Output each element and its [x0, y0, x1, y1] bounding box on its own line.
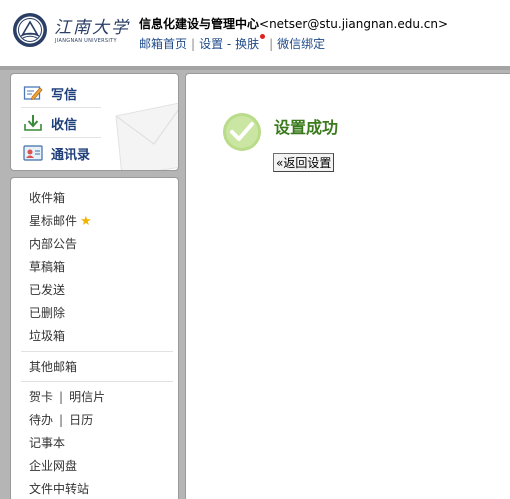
compose-divider [21, 137, 101, 138]
notes-link[interactable]: 记事本 [29, 434, 65, 451]
todo-link[interactable]: 待办 [29, 413, 53, 427]
file-transfer-link[interactable]: 文件中转站 [29, 480, 89, 497]
contacts-button[interactable]: 通讯录 [23, 141, 90, 165]
account-line: 信息化建设与管理中心<netser@stu.jiangnan.edu.cn> [139, 15, 448, 32]
tools-separator: | [59, 413, 64, 427]
folder-announcements[interactable]: 内部公告 [29, 235, 77, 252]
back-to-settings-button[interactable]: «返回设置 [273, 153, 335, 172]
folder-divider [21, 381, 173, 382]
nav-dash: - [226, 37, 232, 51]
netdisk-link[interactable]: 企业网盘 [29, 457, 77, 474]
account-name: 信息化建设与管理中心 [139, 17, 260, 31]
folder-inbox[interactable]: 收件箱 [29, 189, 65, 206]
download-tray-icon [24, 115, 42, 131]
postcard-link[interactable]: 明信片 [69, 390, 105, 404]
star-icon: ★ [80, 214, 92, 229]
write-mail-button[interactable]: 写信 [23, 81, 77, 105]
university-seal-icon [13, 13, 47, 47]
compose-divider [21, 107, 101, 108]
tools-row-todo: 待办 | 日历 [29, 411, 93, 428]
tools-row-cards: 贺卡 | 明信片 [29, 388, 105, 405]
nav-skin-link[interactable]: 换肤 [235, 37, 259, 51]
success-title: 设置成功 [274, 118, 339, 137]
compose-panel: 写信 收信 通讯录 [10, 73, 179, 171]
header: 江南大学 JIANGNAN UNIVERSITY 信息化建设与管理中心<nets… [0, 0, 510, 66]
folder-divider [21, 351, 173, 352]
frame-top-bar [0, 66, 510, 70]
nav-wechat-link[interactable]: 微信绑定 [277, 37, 325, 51]
pencil-note-icon [23, 86, 43, 101]
nav-settings-link[interactable]: 设置 [199, 37, 223, 51]
folder-drafts[interactable]: 草稿箱 [29, 258, 65, 275]
account-email: <netser@stu.jiangnan.edu.cn> [259, 17, 449, 31]
nav-mail-home-link[interactable]: 邮箱首页 [139, 37, 187, 51]
receive-mail-label: 收信 [51, 117, 78, 133]
notification-dot [260, 34, 266, 39]
folder-starred-label: 星标邮件 [29, 214, 78, 228]
folder-deleted[interactable]: 已删除 [29, 304, 65, 321]
checkmark-circle-icon [223, 113, 261, 151]
write-mail-label: 写信 [51, 87, 78, 103]
contact-card-icon [23, 145, 43, 161]
nav-divider: | [191, 37, 196, 51]
logo-cn-name: 江南大学 [54, 18, 130, 38]
tools-separator: | [59, 390, 64, 404]
calendar-link[interactable]: 日历 [69, 413, 93, 427]
top-nav: 邮箱首页 | 设置 - 换肤 | 微信绑定 [139, 34, 325, 52]
folder-starred[interactable]: 星标邮件 ★ [29, 212, 92, 229]
envelope-decoration-icon [115, 102, 178, 170]
folder-sent[interactable]: 已发送 [29, 281, 65, 298]
folder-other-mailboxes[interactable]: 其他邮箱 [29, 358, 77, 375]
logo-en-name: JIANGNAN UNIVERSITY [55, 38, 117, 44]
folder-junk[interactable]: 垃圾箱 [29, 327, 65, 344]
folder-panel: 收件箱 星标邮件 ★ 内部公告 草稿箱 已发送 已删除 垃圾箱 其他邮箱 贺卡 | 明… [10, 177, 179, 499]
receive-mail-button[interactable]: 收信 [23, 111, 77, 135]
contacts-label: 通讯录 [51, 147, 91, 163]
nav-divider: | [269, 37, 274, 51]
university-logo: 江南大学 JIANGNAN UNIVERSITY [54, 10, 130, 50]
greeting-card-link[interactable]: 贺卡 [29, 390, 53, 404]
